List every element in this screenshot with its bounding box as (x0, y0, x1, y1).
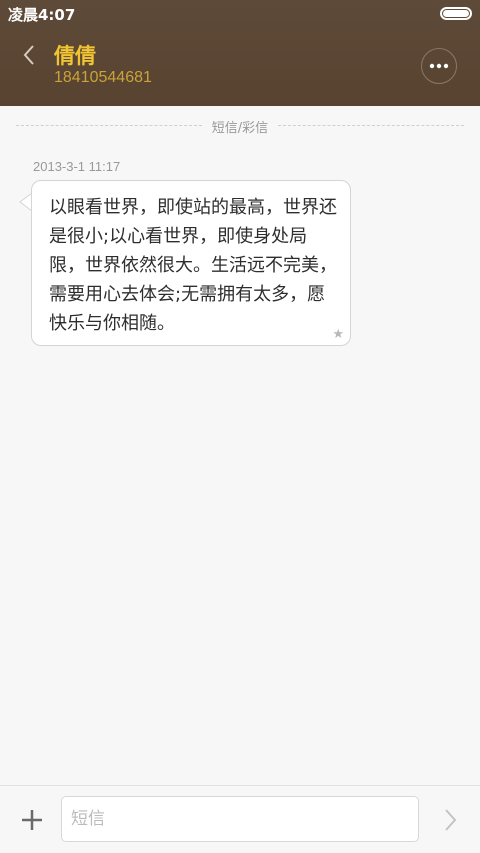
message-text: 以眼看世界，即使站的最高，世界还是很小;以心看世界，即使身处局限，世界依然很大。… (49, 197, 337, 334)
star-icon: ★ (332, 327, 344, 342)
battery-level (443, 10, 469, 17)
more-options-button[interactable] (421, 48, 457, 84)
app-header: 凌晨4:07 倩倩 18410544681 (0, 0, 480, 106)
divider-label: 短信/彩信 (211, 121, 269, 136)
message-bubble[interactable]: 以眼看世界，即使站的最高，世界还是很小;以心看世界，即使身处局限，世界依然很大。… (31, 180, 351, 346)
send-button[interactable] (438, 806, 462, 834)
message-type-divider: 短信/彩信 (16, 116, 464, 136)
plus-icon (22, 810, 42, 830)
chevron-right-icon (445, 809, 457, 831)
chevron-left-icon (23, 45, 34, 65)
message-timestamp: 2013-3-1 11:17 (33, 159, 121, 174)
back-button[interactable] (16, 40, 42, 70)
composer-bar (0, 785, 480, 853)
divider-line-right (278, 125, 464, 126)
status-bar: 凌晨4:07 (0, 0, 480, 28)
contact-number: 18410544681 (54, 69, 152, 86)
sms-input[interactable] (61, 796, 419, 842)
battery-icon (440, 7, 472, 20)
add-attachment-button[interactable] (18, 806, 46, 834)
contact-name: 倩倩 (54, 44, 96, 68)
status-time: 凌晨4:07 (8, 6, 76, 24)
more-dots-icon (429, 63, 449, 69)
divider-line-left (16, 125, 202, 126)
